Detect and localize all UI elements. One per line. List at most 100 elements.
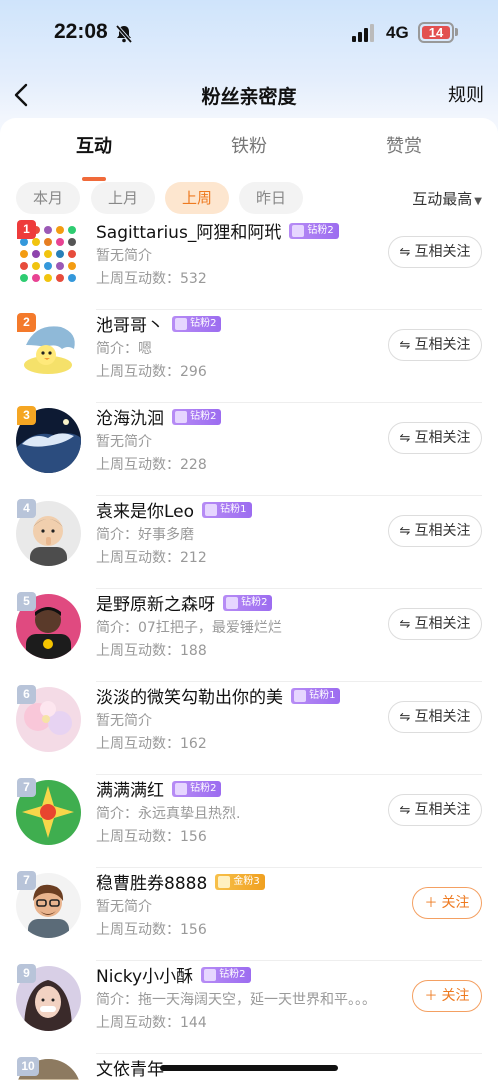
nav-bar: 粉丝亲密度 规则: [0, 72, 498, 118]
user-name[interactable]: 满满满红: [96, 781, 164, 801]
row-divider: [96, 309, 482, 310]
row-divider: [96, 774, 482, 775]
mutual-follow-button[interactable]: ⇋ 互相关注: [388, 236, 482, 268]
tab-bar: 互动 铁粉 赞赏: [0, 132, 498, 181]
diamond-icon: [226, 596, 239, 609]
diamond-icon: [175, 782, 188, 795]
tab-iron-fans[interactable]: 铁粉: [199, 132, 299, 158]
fan-level-badge: 钻粉1: [291, 687, 341, 704]
page-title: 粉丝亲密度: [201, 86, 297, 108]
list-item[interactable]: 6 淡淡的微笑勾勒出你的美 钻粉1 暂无简介 上周互动数：162 ⇋ 互相关注: [0, 683, 498, 775]
user-name[interactable]: 是野原新之森呀: [96, 595, 215, 615]
network-label: 4G: [386, 23, 409, 42]
name-line: 沧海氿洄 钻粉2: [96, 404, 222, 429]
bio-text: 暂无简介: [96, 434, 152, 450]
list-item[interactable]: 2 池哥哥丶 钻粉2 简介：嗯 上周互动数：296 ⇋ 互相关注: [0, 311, 498, 403]
interaction-count: 上周互动数：212: [96, 550, 207, 566]
user-name[interactable]: Nicky小小酥: [96, 967, 193, 987]
diamond-icon: [294, 689, 307, 702]
rules-link[interactable]: 规则: [448, 81, 484, 107]
mutual-follow-button[interactable]: ⇋ 互相关注: [388, 794, 482, 826]
user-name[interactable]: 稳曹胜券8888: [96, 874, 207, 894]
diamond-icon: [292, 224, 305, 237]
user-name[interactable]: 淡淡的微笑勾勒出你的美: [96, 688, 283, 708]
filter-last-week[interactable]: 上周: [165, 182, 229, 214]
mutual-arrows-icon: ⇋: [399, 245, 411, 260]
user-name[interactable]: 袁来是你Leo: [96, 502, 194, 522]
plus-icon: ＋: [424, 989, 438, 1004]
user-name[interactable]: 文依青年: [96, 1060, 164, 1080]
list-item[interactable]: 9 Nicky小小酥 钻粉2 简介：拖一天海阔天空，延一天世界和平。。。 上周互…: [0, 962, 498, 1054]
user-name[interactable]: Sagittarius_阿狸和阿玳: [96, 223, 281, 243]
interaction-count: 上周互动数：156: [96, 829, 207, 845]
interaction-count: 上周互动数：144: [96, 1015, 207, 1031]
sort-label: 互动最高: [412, 190, 473, 208]
interaction-count: 上周互动数：228: [96, 457, 207, 473]
row-divider: [96, 1053, 482, 1054]
content-card: 互动 铁粉 赞赏 本月 上月 上周 昨日 互动最高 ▼ 1 Sagittariu…: [0, 118, 498, 1080]
name-line: 文依青年: [96, 1055, 164, 1080]
name-line: 池哥哥丶 钻粉2: [96, 311, 222, 336]
list-item[interactable]: 1 Sagittarius_阿狸和阿玳 钻粉2 暂无简介 上周互动数：532 ⇋…: [0, 218, 498, 310]
row-divider: [96, 402, 482, 403]
rank-badge: 2: [17, 313, 36, 332]
signal-icon: [352, 24, 374, 42]
user-name[interactable]: 池哥哥丶: [96, 316, 164, 336]
mutual-follow-button[interactable]: ⇋ 互相关注: [388, 329, 482, 361]
name-line: 是野原新之森呀 钻粉2: [96, 590, 273, 615]
row-divider: [96, 960, 482, 961]
name-line: 稳曹胜券8888 金粉3: [96, 869, 265, 894]
filter-yesterday[interactable]: 昨日: [239, 182, 303, 214]
mutual-follow-button[interactable]: ⇋ 互相关注: [388, 422, 482, 454]
mutual-follow-button[interactable]: ⇋ 互相关注: [388, 608, 482, 640]
status-time: 22:08: [54, 20, 108, 43]
follow-button[interactable]: ＋关注: [412, 980, 482, 1012]
list-item[interactable]: 3 沧海氿洄 钻粉2 暂无简介 上周互动数：228 ⇋ 互相关注: [0, 404, 498, 496]
diamond-icon: [204, 968, 217, 981]
rank-badge: 7: [17, 871, 36, 890]
tab-interaction[interactable]: 互动: [44, 132, 144, 158]
fan-level-badge: 金粉3: [215, 873, 265, 890]
mutual-follow-button[interactable]: ⇋ 互相关注: [388, 515, 482, 547]
mutual-arrows-icon: ⇋: [399, 524, 411, 539]
sort-select[interactable]: 互动最高 ▼: [412, 188, 482, 209]
list-item[interactable]: 7 稳曹胜券8888 金粉3 暂无简介 上周互动数：156 ＋关注: [0, 869, 498, 961]
filter-last-month[interactable]: 上月: [91, 182, 155, 214]
fan-level-badge: 钻粉1: [202, 501, 252, 518]
bell-slash-icon: [115, 24, 133, 44]
interaction-count: 上周互动数：162: [96, 736, 207, 752]
crown-icon: [218, 875, 231, 888]
rank-badge: 4: [17, 499, 36, 518]
interaction-count: 上周互动数：532: [96, 271, 207, 287]
name-line: 淡淡的微笑勾勒出你的美 钻粉1: [96, 683, 341, 708]
user-name[interactable]: 沧海氿洄: [96, 409, 164, 429]
diamond-icon: [205, 503, 218, 516]
tab-rewards[interactable]: 赞赏: [354, 132, 454, 158]
interaction-count: 上周互动数：188: [96, 643, 207, 659]
battery-nub: [455, 28, 458, 36]
rank-badge: 10: [17, 1057, 39, 1076]
list-item[interactable]: 5 是野原新之森呀 钻粉2 简介：07扛把子，最爱锤烂烂 上周互动数：188 ⇋…: [0, 590, 498, 682]
fan-level-badge: 钻粉2: [172, 315, 222, 332]
battery-indicator: 14: [418, 22, 454, 43]
name-line: Nicky小小酥 钻粉2: [96, 962, 251, 987]
fan-level-badge: 钻粉2: [289, 222, 339, 239]
follow-button[interactable]: ＋关注: [412, 887, 482, 919]
mutual-arrows-icon: ⇋: [399, 710, 411, 725]
bio-text: 暂无简介: [96, 899, 152, 915]
chevron-left-icon[interactable]: [12, 82, 30, 108]
interaction-count: 上周互动数：296: [96, 364, 207, 380]
row-divider: [96, 867, 482, 868]
filter-this-month[interactable]: 本月: [16, 182, 80, 214]
row-divider: [96, 681, 482, 682]
status-bar: 22:08 4G 14: [0, 0, 498, 68]
rank-badge: 9: [17, 964, 36, 983]
list-item[interactable]: 4 袁来是你Leo 钻粉1 简介：好事多磨 上周互动数：212 ⇋ 互相关注: [0, 497, 498, 589]
bio-text: 简介：07扛把子，最爱锤烂烂: [96, 620, 282, 636]
fan-level-badge: 钻粉2: [172, 780, 222, 797]
mutual-arrows-icon: ⇋: [399, 617, 411, 632]
mutual-follow-button[interactable]: ⇋ 互相关注: [388, 701, 482, 733]
row-divider: [96, 588, 482, 589]
list-item[interactable]: 7 满满满红 钻粉2 简介：永远真挚且热烈. 上周互动数：156 ⇋ 互相关注: [0, 776, 498, 868]
interaction-count: 上周互动数：156: [96, 922, 207, 938]
